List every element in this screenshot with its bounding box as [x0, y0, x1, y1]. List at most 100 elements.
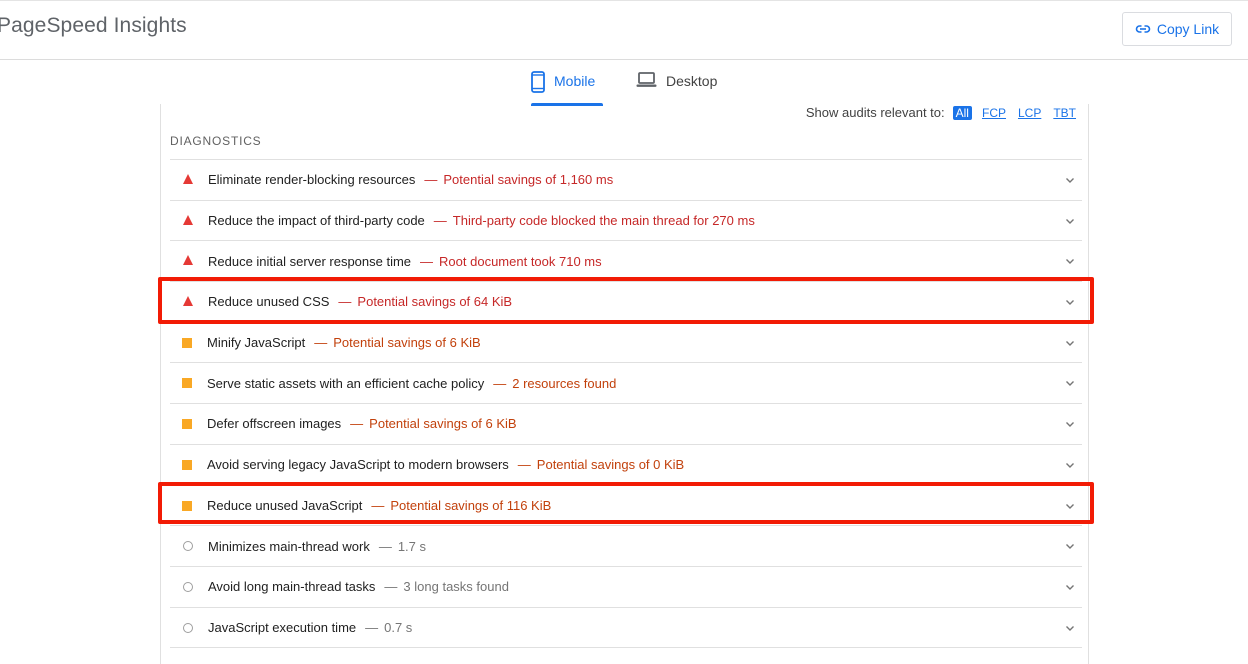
copy-link-button[interactable]: Copy Link — [1122, 12, 1232, 46]
audit-title: Minimizes main-thread work — [208, 538, 370, 554]
audit-separator: — — [517, 457, 531, 473]
audit-title: Reduce unused JavaScript — [207, 497, 363, 513]
audit-title: Defer offscreen images — [207, 416, 342, 432]
audit-text: Minify JavaScript — Potential savings of 6… — [207, 335, 481, 350]
tab-mobile[interactable]: Mobile — [531, 70, 603, 106]
audit-separator: — — [424, 172, 438, 188]
audit-detail: Potential savings of 6 KiB — [333, 335, 481, 351]
tab-desktop[interactable]: Desktop — [636, 70, 717, 106]
audit-row[interactable]: Reduce the impact of third-party code — Th… — [170, 201, 1082, 242]
audit-text: Reduce initial server response time — Root… — [208, 254, 602, 269]
filter-lcp[interactable]: LCP — [1016, 106, 1043, 120]
chevron-down-icon[interactable] — [1065, 216, 1075, 226]
audit-separator: — — [371, 497, 385, 513]
chevron-down-icon[interactable] — [1065, 501, 1075, 511]
average-square-icon — [182, 459, 192, 470]
audit-row[interactable]: Eliminate render-blocking resources — Pote… — [170, 160, 1082, 201]
average-square-icon — [182, 337, 192, 348]
audit-title: Reduce the impact of third-party code — [208, 213, 425, 229]
audit-text: Reduce unused JavaScript — Potential savin… — [207, 498, 551, 513]
audit-row[interactable]: Minimizes main-thread work — 1.7 s — [170, 526, 1082, 567]
filter-fcp[interactable]: FCP — [980, 106, 1008, 120]
audit-separator: — — [420, 253, 434, 269]
device-tabs: Mobile Desktop — [0, 60, 1248, 106]
audit-title: Minify JavaScript — [207, 335, 306, 351]
audit-detail: 3 long tasks found — [403, 579, 509, 595]
audit-separator: — — [365, 619, 379, 635]
chevron-down-icon[interactable] — [1065, 541, 1075, 551]
audit-row[interactable]: Serve static assets with an efficient ca… — [170, 363, 1082, 405]
audit-separator: — — [314, 335, 328, 351]
audit-title: Avoid long main-thread tasks — [208, 579, 376, 595]
audit-row[interactable]: Reduce unused CSS — Potential savings of 6… — [170, 282, 1082, 323]
fail-triangle-icon — [183, 214, 193, 225]
audit-separator: — — [384, 579, 398, 595]
audit-separator: — — [350, 416, 364, 432]
top-bar: PageSpeed Insights Copy Link — [0, 0, 1248, 60]
audit-text: Avoid long main-thread tasks — 3 long task… — [208, 579, 509, 594]
audit-detail: Potential savings of 64 KiB — [357, 294, 513, 310]
audit-detail: 2 resources found — [512, 375, 617, 391]
audit-filter: Show audits relevant to: All FCP LCP TBT — [806, 105, 1078, 120]
audit-separator: — — [493, 375, 507, 391]
filter-label: Show audits relevant to: — [805, 105, 945, 120]
audit-title: Avoid serving legacy JavaScript to moder… — [207, 457, 509, 473]
average-square-icon — [182, 378, 192, 389]
audit-detail: 1.7 s — [397, 538, 427, 554]
audit-row[interactable]: Avoid long main-thread tasks — 3 long task… — [170, 567, 1082, 608]
fail-triangle-icon — [183, 296, 193, 307]
audit-text: Minimizes main-thread work — 1.7 s — [208, 539, 426, 554]
filter-tbt[interactable]: TBT — [1051, 106, 1078, 120]
chevron-down-icon[interactable] — [1065, 582, 1075, 592]
audit-row[interactable]: Reduce unused JavaScript — Potential savin… — [170, 486, 1082, 527]
audit-detail: Third-party code blocked the main thread… — [452, 213, 755, 229]
info-circle-icon — [183, 622, 193, 633]
audit-title: Reduce initial server response time — [208, 253, 412, 269]
audit-title: JavaScript execution time — [208, 619, 357, 635]
average-square-icon — [182, 419, 192, 430]
audit-row[interactable]: Avoid serving legacy JavaScript to moder… — [170, 445, 1082, 486]
audit-detail: Potential savings of 0 KiB — [536, 457, 685, 473]
audit-separator: — — [433, 213, 447, 229]
section-title: DIAGNOSTICS — [170, 134, 262, 148]
chevron-down-icon[interactable] — [1065, 175, 1075, 185]
audit-row[interactable]: Reduce initial server response time — Root… — [170, 241, 1082, 283]
audit-text: Reduce unused CSS — Potential savings of 6… — [208, 294, 512, 309]
audit-detail: Root document took 710 ms — [439, 253, 602, 269]
audit-separator: — — [338, 294, 352, 310]
chevron-down-icon[interactable] — [1065, 297, 1075, 307]
audit-title: Reduce unused CSS — [208, 294, 330, 310]
audit-row[interactable]: Defer offscreen images — Potential savings… — [170, 404, 1082, 445]
fail-triangle-icon — [183, 255, 193, 266]
filter-all[interactable]: All — [952, 105, 972, 120]
tab-desktop-label: Desktop — [666, 73, 718, 89]
audit-row[interactable]: JavaScript execution time — 0.7 s — [170, 608, 1082, 649]
audit-separator: — — [378, 538, 392, 554]
info-circle-icon — [183, 541, 193, 552]
audit-text: Eliminate render-blocking resources — Pote… — [208, 172, 613, 187]
chevron-down-icon[interactable] — [1065, 378, 1075, 388]
audit-list: Eliminate render-blocking resources — Pote… — [170, 159, 1082, 649]
app-title: PageSpeed Insights — [0, 14, 187, 37]
audit-detail: Potential savings of 116 KiB — [390, 497, 552, 513]
phone-icon — [531, 71, 545, 93]
laptop-icon — [636, 71, 657, 89]
link-icon — [1135, 21, 1151, 37]
audit-title: Serve static assets with an efficient ca… — [207, 375, 485, 391]
audit-text: Serve static assets with an efficient ca… — [207, 376, 616, 391]
audit-text: Avoid serving legacy JavaScript to moder… — [207, 457, 684, 472]
audit-text: Defer offscreen images — Potential savings… — [207, 416, 517, 431]
chevron-down-icon[interactable] — [1065, 256, 1075, 266]
chevron-down-icon[interactable] — [1065, 460, 1075, 470]
chevron-down-icon[interactable] — [1065, 623, 1075, 633]
chevron-down-icon[interactable] — [1065, 338, 1075, 348]
audit-text: Reduce the impact of third-party code — Th… — [208, 213, 755, 228]
info-circle-icon — [183, 581, 193, 592]
fail-triangle-icon — [183, 174, 193, 184]
audit-detail: Potential savings of 1,160 ms — [443, 172, 614, 188]
audit-detail: 0.7 s — [384, 619, 413, 635]
diagnostics-panel: Show audits relevant to: All FCP LCP TBT… — [160, 104, 1089, 664]
audit-row[interactable]: Minify JavaScript — Potential savings of 6… — [170, 323, 1082, 364]
chevron-down-icon[interactable] — [1065, 419, 1075, 429]
audit-text: JavaScript execution time — 0.7 s — [208, 620, 412, 635]
